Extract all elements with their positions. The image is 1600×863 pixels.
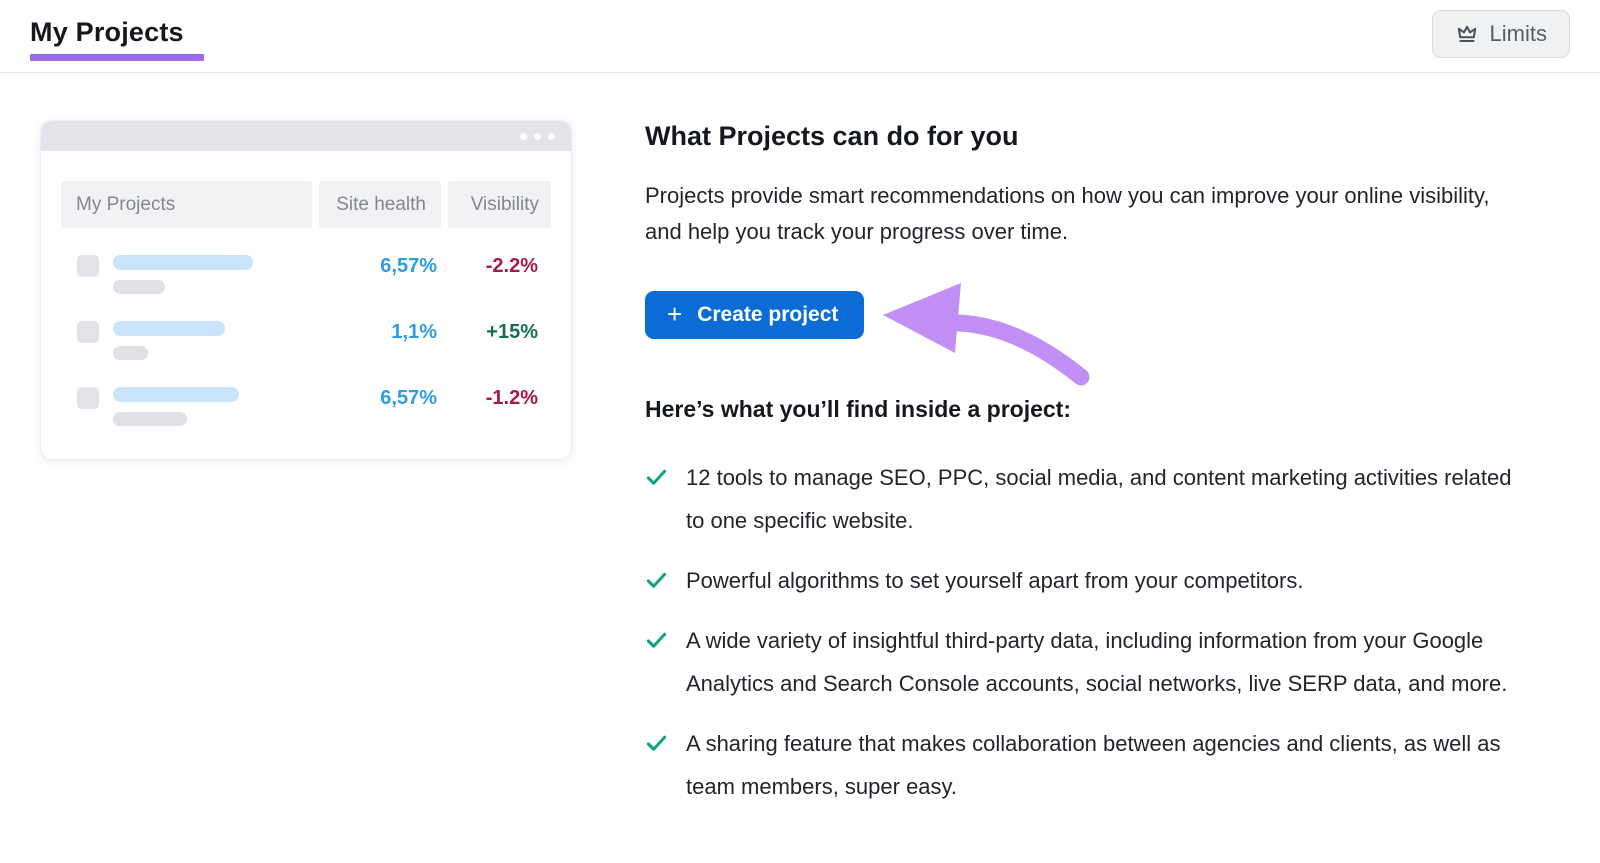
preview-table-rows: 6,57% -2.2% 1,1% +15% 6,57% -1.2% bbox=[61, 255, 551, 426]
checklist-item: A wide variety of insightful third-party… bbox=[645, 619, 1545, 705]
preview-column-my-projects: My Projects bbox=[61, 181, 312, 228]
project-thumbnail-placeholder bbox=[77, 255, 99, 277]
window-dot-icon bbox=[534, 133, 541, 140]
intro-content: What Projects can do for you Projects pr… bbox=[645, 120, 1545, 825]
page-header: My Projects Limits bbox=[0, 0, 1600, 73]
checklist-item-text: 12 tools to manage SEO, PPC, social medi… bbox=[686, 456, 1526, 542]
preview-card-body: My Projects Site health Visibility 6,57%… bbox=[41, 151, 571, 426]
page-title-wrap: My Projects bbox=[30, 17, 204, 61]
checklist-item-text: A sharing feature that makes collaborati… bbox=[686, 722, 1526, 808]
pointer-arrow-illustration bbox=[881, 281, 1111, 396]
browser-chrome-bar bbox=[41, 121, 571, 151]
limits-button-label: Limits bbox=[1490, 21, 1547, 47]
checklist-item-text: A wide variety of insightful third-party… bbox=[686, 619, 1526, 705]
site-health-value: 1,1% bbox=[319, 321, 437, 343]
preview-table-header: My Projects Site health Visibility bbox=[61, 181, 551, 228]
window-dot-icon bbox=[520, 133, 527, 140]
preview-table-row: 6,57% -1.2% bbox=[77, 387, 551, 426]
main-content: My Projects Site health Visibility 6,57%… bbox=[0, 73, 1600, 825]
project-subtitle-bar bbox=[113, 412, 187, 426]
preview-table-row: 6,57% -2.2% bbox=[77, 255, 551, 294]
checklist-item: 12 tools to manage SEO, PPC, social medi… bbox=[645, 456, 1545, 542]
project-text-placeholder bbox=[113, 387, 239, 426]
intro-description: Projects provide smart recommendations o… bbox=[645, 178, 1490, 250]
project-subtitle-bar bbox=[113, 280, 165, 294]
checkmark-icon bbox=[645, 629, 668, 705]
checkmark-icon bbox=[645, 732, 668, 808]
visibility-value: -2.2% bbox=[437, 255, 551, 277]
cta-row: + Create project bbox=[645, 291, 1545, 339]
project-title-bar bbox=[113, 255, 253, 270]
feature-checklist: 12 tools to manage SEO, PPC, social medi… bbox=[645, 456, 1545, 808]
intro-heading: What Projects can do for you bbox=[645, 120, 1545, 152]
visibility-value: +15% bbox=[437, 321, 551, 343]
projects-preview-card: My Projects Site health Visibility 6,57%… bbox=[40, 120, 572, 460]
project-subtitle-bar bbox=[113, 346, 148, 360]
checklist-item-text: Powerful algorithms to set yourself apar… bbox=[686, 559, 1303, 602]
crown-icon bbox=[1455, 22, 1479, 46]
page-title: My Projects bbox=[30, 17, 204, 48]
checkmark-icon bbox=[645, 466, 668, 542]
project-text-placeholder bbox=[113, 255, 253, 294]
project-text-placeholder bbox=[113, 321, 225, 360]
project-thumbnail-placeholder bbox=[77, 387, 99, 409]
checklist-heading: Here’s what you’ll find inside a project… bbox=[645, 396, 1545, 423]
visibility-value: -1.2% bbox=[437, 387, 551, 409]
window-dot-icon bbox=[548, 133, 555, 140]
create-project-button[interactable]: + Create project bbox=[645, 291, 864, 339]
create-project-label: Create project bbox=[697, 303, 838, 327]
project-thumbnail-placeholder bbox=[77, 321, 99, 343]
preview-table-row: 1,1% +15% bbox=[77, 321, 551, 360]
checklist-item: A sharing feature that makes collaborati… bbox=[645, 722, 1545, 808]
checklist-item: Powerful algorithms to set yourself apar… bbox=[645, 559, 1545, 602]
site-health-value: 6,57% bbox=[319, 387, 437, 409]
project-title-bar bbox=[113, 387, 239, 402]
limits-button[interactable]: Limits bbox=[1432, 10, 1570, 58]
preview-column-site-health: Site health bbox=[319, 181, 441, 228]
preview-column-visibility: Visibility bbox=[448, 181, 551, 228]
project-title-bar bbox=[113, 321, 225, 336]
title-accent-underline bbox=[30, 54, 204, 61]
checkmark-icon bbox=[645, 569, 668, 602]
site-health-value: 6,57% bbox=[319, 255, 437, 277]
plus-icon: + bbox=[667, 301, 682, 327]
